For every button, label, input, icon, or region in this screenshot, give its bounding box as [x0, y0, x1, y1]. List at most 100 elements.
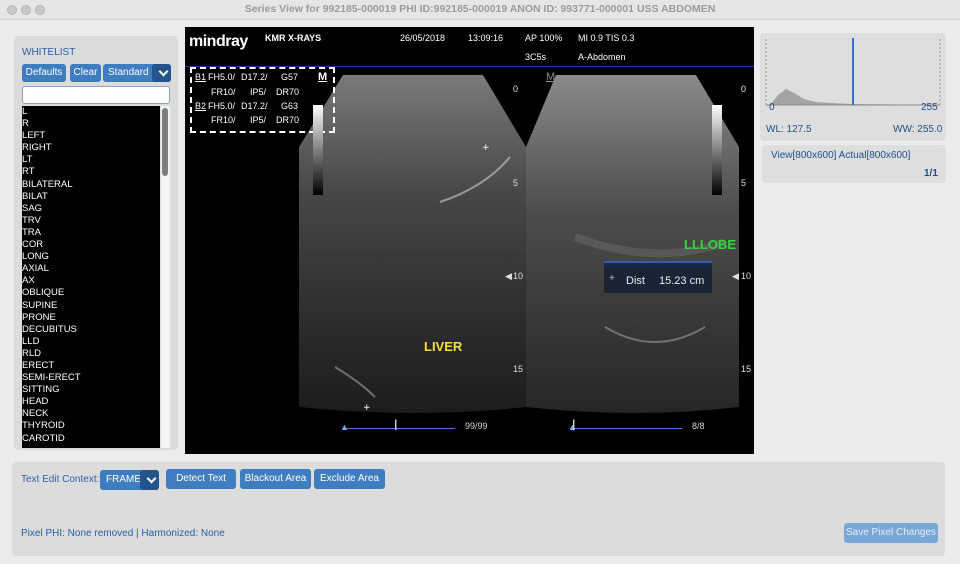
exam-date: 26/05/2018 [400, 33, 446, 43]
whitelist-term[interactable]: TRA [22, 227, 160, 239]
left-cine-start-icon: ▲ [340, 422, 349, 432]
right-cine-cursor-icon: ┃ [571, 420, 577, 430]
left-orientation-marker: M [318, 71, 328, 83]
right-depth-10-marker: ◀ [732, 271, 739, 281]
whitelist-term[interactable]: TRV [22, 215, 160, 227]
whitelist-term[interactable]: CAROTID [22, 433, 160, 445]
right-depth-10: 10 [741, 271, 752, 281]
whitelist-term[interactable]: RIGHT [22, 142, 160, 154]
save-pixel-changes-button[interactable]: Save Pixel Changes [844, 523, 938, 543]
whitelist-term[interactable]: DECUBITUS [22, 324, 160, 336]
whitelist-term[interactable]: RT [22, 166, 160, 178]
whitelist-scroll-thumb[interactable] [162, 108, 168, 176]
lllobe-annotation[interactable]: LLLOBE [684, 237, 736, 252]
whitelist-term-list[interactable]: L R LEFT RIGHT LT RT BILATERAL BILAT SAG TRV TRA CO… [22, 106, 160, 448]
whitelist-term[interactable]: NECK [22, 408, 160, 420]
probe-name: 3C5s [525, 52, 547, 62]
defaults-button[interactable]: Defaults [22, 64, 66, 82]
preset-dropdown-label: Standard [108, 67, 149, 78]
mi-tis: MI 0.9 TIS 0.3 [578, 33, 635, 43]
acoustic-power: AP 100% [525, 33, 563, 43]
left-frame-count: 99/99 [465, 421, 488, 431]
right-depth-0: 0 [741, 84, 747, 94]
whitelist-term[interactable]: SAG [22, 203, 160, 215]
whitelist-term[interactable]: R [22, 118, 160, 130]
view-info-box: View[800x600] Actual[800x600] 1/1 [762, 145, 946, 183]
whitelist-panel: WHITELIST Defaults Clear Standard L R LEFT… [14, 36, 178, 450]
context-label: Text Edit Context: [21, 474, 100, 485]
b1-dr: DR70 [276, 87, 300, 97]
histogram-panel: 0 255 WL: 127.5 WW: 255.0 View[800x600] … [760, 33, 946, 183]
whitelist-term[interactable]: RLD [22, 348, 160, 360]
window-level: WL: 127.5 [766, 124, 812, 135]
whitelist-term[interactable]: LONG [22, 251, 160, 263]
edit-panel: Text Edit Context: FRAME Detect Text Bla… [12, 462, 945, 556]
whitelist-term[interactable]: COR [22, 239, 160, 251]
whitelist-term[interactable]: ERECT [22, 360, 160, 372]
right-depth-5: 5 [741, 178, 747, 188]
image-viewport[interactable]: + + mindray KMR X-RAYS 26/05/2018 13:09:… [185, 27, 754, 454]
left-cine-cursor-icon: ┃ [393, 420, 399, 430]
histogram-max: 255 [921, 102, 938, 113]
b2-fr: FR10/ [211, 115, 236, 125]
whitelist-term[interactable]: L [22, 106, 160, 118]
whitelist-term[interactable]: OBLIQUE [22, 287, 160, 299]
whitelist-term[interactable]: PRONE [22, 312, 160, 324]
whitelist-term[interactable]: SEMI-ERECT [22, 372, 160, 384]
brand-logo: mindray [189, 33, 248, 50]
left-grayscale-bar [313, 105, 323, 195]
chevron-down-icon [158, 66, 169, 77]
whitelist-label: WHITELIST [22, 47, 76, 58]
whitelist-term[interactable]: HEAD [22, 396, 160, 408]
context-dropdown[interactable]: FRAME [100, 470, 159, 490]
left-depth-5: 5 [513, 178, 519, 188]
view-dimensions: View[800x600] Actual[800x600] [771, 150, 911, 161]
b2-gain: G63 [281, 101, 299, 111]
window-width: WW: 255.0 [893, 124, 943, 135]
whitelist-term[interactable]: BILAT [22, 191, 160, 203]
whitelist-term[interactable]: AXIAL [22, 263, 160, 275]
whitelist-filter-input[interactable] [22, 86, 170, 104]
right-orientation-marker: M [546, 71, 556, 83]
exclude-area-button[interactable]: Exclude Area [314, 469, 385, 489]
measurement-value: 15.23 cm [659, 275, 705, 287]
b2-depth: D17.2/ [241, 101, 268, 111]
left-cine-timeline[interactable] [343, 428, 455, 429]
right-frame-count: 8/8 [692, 421, 705, 431]
whitelist-term[interactable]: SITTING [22, 384, 160, 396]
svg-text:+: + [482, 143, 490, 153]
context-dropdown-toggle[interactable] [140, 470, 159, 490]
whitelist-term[interactable]: LLD [22, 336, 160, 348]
measurement-label: Dist [626, 275, 645, 287]
liver-annotation[interactable]: LIVER [424, 339, 462, 354]
title-bar: Series View for 992185-000019 PHI ID:992… [0, 0, 960, 20]
right-grayscale-bar [712, 105, 722, 195]
whitelist-term[interactable]: LEFT [22, 130, 160, 142]
b2-fh: FH5.0/ [208, 101, 236, 111]
left-depth-10-marker: ◀ [505, 271, 512, 281]
preset-dropdown[interactable]: Standard [103, 64, 171, 82]
b2-ip: IP5/ [250, 115, 267, 125]
b1-gain: G57 [281, 72, 299, 82]
whitelist-term[interactable]: BILATERAL [22, 179, 160, 191]
histogram-min: 0 [769, 102, 775, 113]
whitelist-term[interactable]: AX [22, 275, 160, 287]
b1-fh: FH5.0/ [208, 72, 236, 82]
right-cine-timeline[interactable] [570, 428, 682, 429]
whitelist-term[interactable]: THYROID [22, 420, 160, 432]
clear-button[interactable]: Clear [70, 64, 101, 82]
svg-text:+: + [363, 403, 371, 413]
blackout-area-button[interactable]: Blackout Area [240, 469, 311, 489]
chevron-down-icon [146, 473, 157, 484]
b1-depth: D17.2/ [241, 72, 268, 82]
left-depth-0: 0 [513, 84, 519, 94]
b1-ip: IP5/ [250, 87, 267, 97]
whitelist-term[interactable]: SUPINE [22, 300, 160, 312]
institution-name: KMR X-RAYS [265, 33, 322, 43]
left-depth-15: 15 [513, 364, 524, 374]
right-depth-15: 15 [741, 364, 752, 374]
whitelist-term[interactable]: LT [22, 154, 160, 166]
preset-dropdown-toggle[interactable] [152, 64, 171, 82]
measurement-caliper-icon: + [609, 273, 615, 284]
detect-text-button[interactable]: Detect Text [166, 469, 236, 489]
